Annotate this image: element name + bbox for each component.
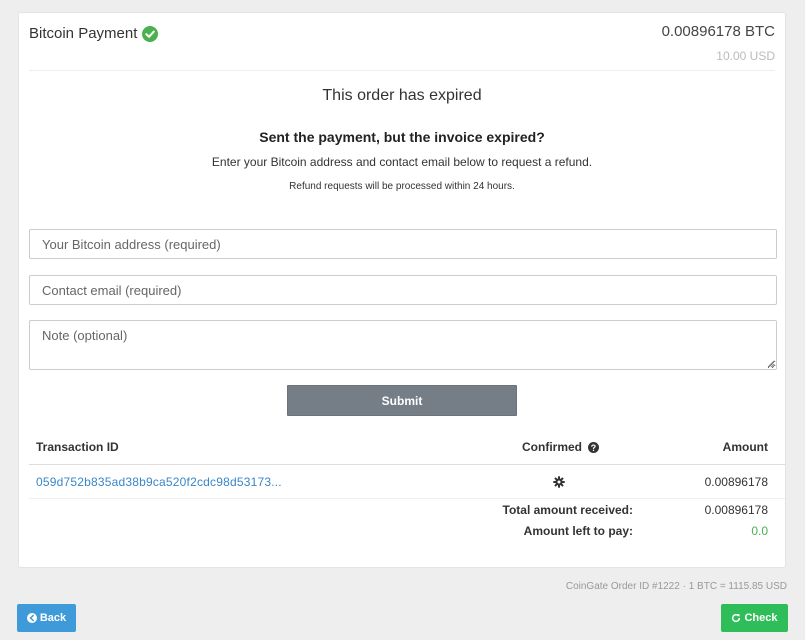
amount-left-label: Amount left to pay: (523, 524, 633, 538)
gear-icon (553, 476, 565, 488)
payment-title-text: Bitcoin Payment (29, 25, 138, 42)
col-header-confirmed: Confirmed (522, 440, 600, 454)
payment-card: Bitcoin Payment 0.00896178 BTC 10.00 USD… (18, 12, 786, 568)
refund-heading: Sent the payment, but the invoice expire… (259, 129, 545, 145)
arrow-left-icon (26, 613, 37, 623)
order-info: CoinGate Order ID #1222 · 1 BTC = 1115.8… (565, 581, 787, 592)
col-header-transaction-id: Transaction ID (36, 440, 119, 454)
table-header-divider (29, 464, 785, 465)
table-row-divider (29, 498, 785, 499)
expired-message: This order has expired (322, 87, 482, 104)
refund-processing-note: Refund requests will be processed within… (289, 181, 515, 192)
back-button[interactable]: Back (17, 604, 76, 632)
question-circle-icon[interactable] (588, 442, 600, 453)
check-circle-icon (142, 25, 159, 42)
amount-left-value: 0.0 (751, 524, 768, 538)
note-field-wrap (29, 320, 777, 370)
total-received-value: 0.00896178 (704, 503, 768, 517)
note-textarea[interactable] (29, 320, 777, 370)
refund-instructions: Enter your Bitcoin address and contact e… (211, 155, 593, 169)
refresh-icon (732, 613, 741, 623)
total-received-label: Total amount received: (502, 503, 633, 517)
contact-email-input[interactable] (29, 275, 777, 305)
transaction-id-link[interactable]: 059d752b835ad38b9ca520f2cdc98d53173... (36, 475, 282, 489)
payment-title: Bitcoin Payment (29, 25, 159, 42)
btc-amount: 0.00896178 BTC (661, 23, 775, 40)
transaction-amount: 0.00896178 (704, 475, 768, 489)
back-button-label: Back (39, 612, 67, 624)
submit-button[interactable]: Submit (287, 385, 517, 416)
check-button[interactable]: Check (721, 604, 788, 632)
header-divider (29, 70, 775, 71)
check-button-label: Check (744, 612, 778, 624)
bitcoin-address-input[interactable] (29, 229, 777, 259)
col-header-amount: Amount (722, 440, 768, 454)
col-header-confirmed-label: Confirmed (522, 440, 582, 454)
usd-amount: 10.00 USD (716, 49, 775, 63)
